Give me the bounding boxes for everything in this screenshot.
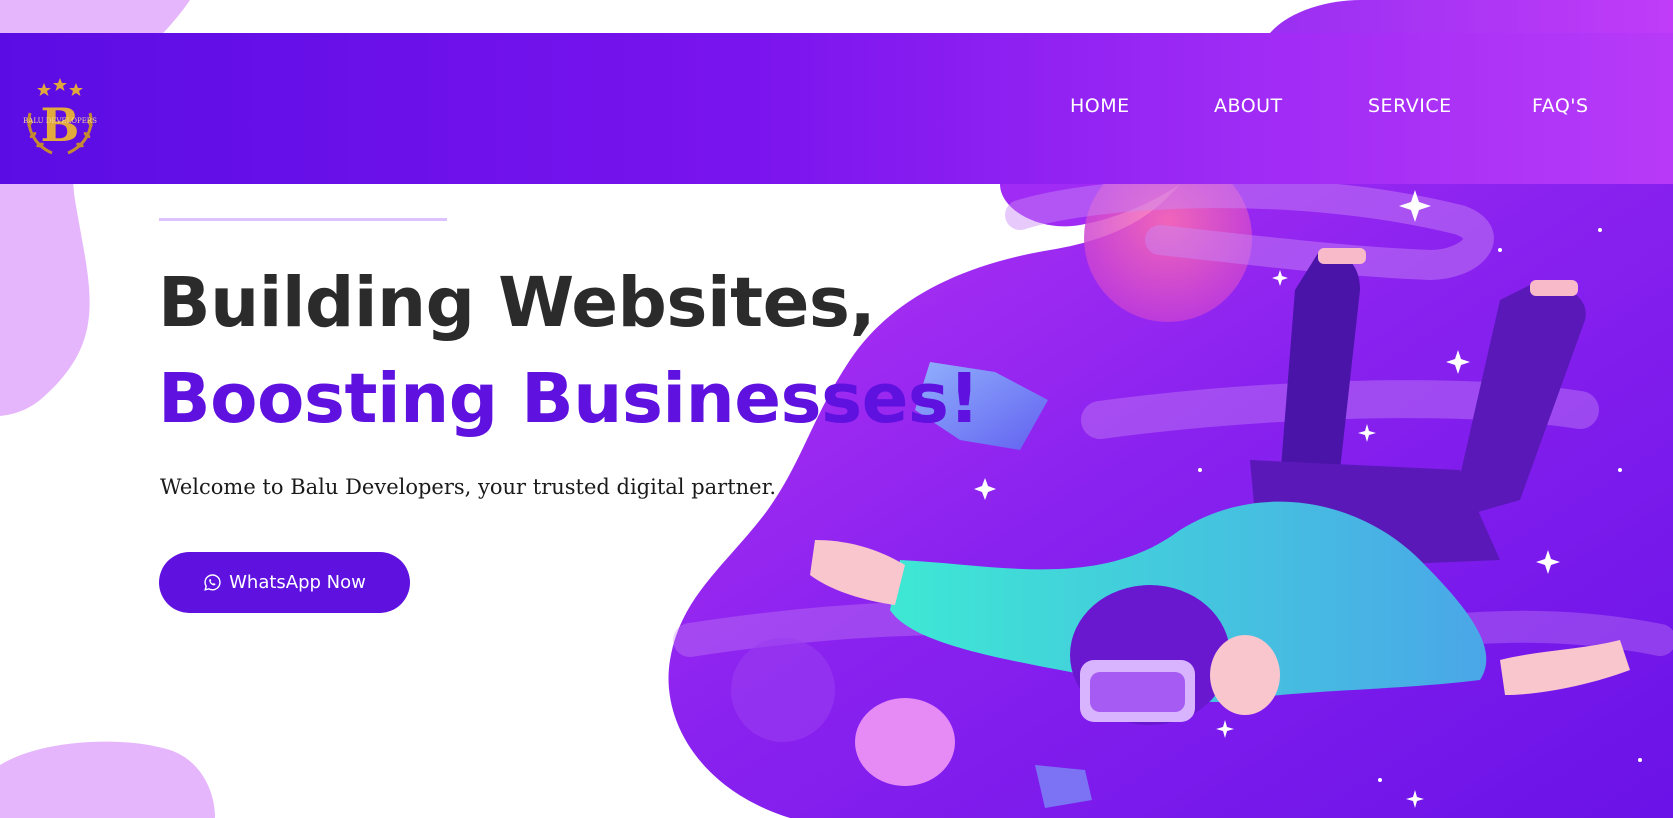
hero-headline: Building Websites, Boosting Businesses! bbox=[158, 255, 980, 447]
nav-home[interactable]: HOME bbox=[1070, 95, 1130, 117]
whatsapp-now-label: WhatsApp Now bbox=[229, 572, 366, 593]
headline-line-1: Building Websites, bbox=[158, 263, 876, 343]
headline-line-2: Boosting Businesses! bbox=[158, 359, 980, 439]
hero-subtitle: Welcome to Balu Developers, your trusted… bbox=[160, 475, 776, 499]
site-header: B BALU DEVELOPERS HOME ABOUT SERVICE FAQ… bbox=[0, 33, 1673, 184]
nav-faqs[interactable]: FAQ'S bbox=[1532, 95, 1589, 117]
nav-service[interactable]: SERVICE bbox=[1368, 95, 1452, 117]
landing-page: B BALU DEVELOPERS HOME ABOUT SERVICE FAQ… bbox=[0, 0, 1673, 818]
nav-about[interactable]: ABOUT bbox=[1214, 95, 1283, 117]
logo-letter: B bbox=[41, 98, 80, 152]
logo-text: BALU DEVELOPERS bbox=[23, 117, 97, 125]
balu-developers-logo-icon: B BALU DEVELOPERS bbox=[23, 78, 97, 155]
whatsapp-now-button[interactable]: WhatsApp Now bbox=[159, 552, 410, 613]
logo[interactable]: B BALU DEVELOPERS bbox=[16, 73, 104, 161]
whatsapp-icon bbox=[204, 574, 221, 591]
hero-divider bbox=[159, 218, 447, 221]
